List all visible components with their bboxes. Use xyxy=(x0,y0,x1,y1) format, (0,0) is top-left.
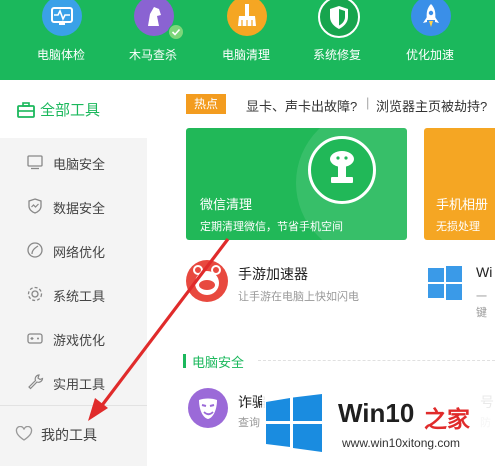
sidebar-item-label: 实用工具 xyxy=(53,377,106,392)
nav-item-trojan-scan[interactable]: 木马查杀 xyxy=(118,0,188,80)
banner-subtitle: 定期清理微信，节省手机空间 xyxy=(200,221,343,233)
nav-item-system-repair[interactable]: 系统修复 xyxy=(302,0,372,80)
sidebar-item-game-optimize[interactable]: 游戏优化 xyxy=(0,317,147,361)
checkmark-badge-icon xyxy=(168,24,184,40)
section-title: 电脑安全 xyxy=(192,355,245,370)
windows-logo-icon xyxy=(264,394,324,452)
monitor-pulse-icon xyxy=(42,0,82,36)
tool-card-mobile-game-booster[interactable]: 手游加速器 让手游在电脑上快如闪电 xyxy=(186,258,406,308)
game-booster-icon xyxy=(186,260,228,302)
sidebar-item-pc-security[interactable]: 电脑安全 xyxy=(0,141,147,185)
nav-item-pc-cleanup[interactable]: 电脑清理 xyxy=(211,0,281,80)
banner-phone-album[interactable]: 手机相册 无损处理 xyxy=(424,128,495,240)
section-divider xyxy=(258,360,495,361)
network-icon xyxy=(26,241,44,259)
watermark-brand-suffix: 之家 xyxy=(424,406,470,432)
gamepad-icon xyxy=(26,329,44,347)
watermark-brand-prefix: Win10 xyxy=(338,398,415,428)
wrench-icon xyxy=(26,373,44,391)
computer-icon xyxy=(26,153,44,171)
sidebar-item-label: 电脑安全 xyxy=(53,157,106,172)
tool-card-wifi[interactable]: Wi 一键 xyxy=(424,258,495,319)
toolbox-icon xyxy=(17,102,35,118)
nav-label: 系统修复 xyxy=(312,48,361,62)
banner-wechat-cleanup[interactable]: 微信清理 定期清理微信，节省手机空间 xyxy=(186,128,407,240)
gear-icon xyxy=(26,285,44,303)
windows-logo-icon xyxy=(426,264,464,302)
banner-title: 手机相册 xyxy=(436,197,489,212)
watermark-url: www.win10xitong.com xyxy=(342,436,461,450)
top-nav-bar: 电脑体检 木马查杀 电脑清理 系统修复 优化加速 xyxy=(0,0,495,80)
hot-badge: 热点 xyxy=(186,94,226,114)
watermark: Win10 之家 www.win10xitong.com xyxy=(262,386,495,466)
tool-subtitle: 查询 xyxy=(238,417,260,429)
sidebar-item-my-tools[interactable]: 我的工具 xyxy=(0,414,147,454)
sidebar-item-label: 游戏优化 xyxy=(53,333,106,348)
heart-icon xyxy=(15,425,33,442)
tool-title: Wi xyxy=(476,264,493,280)
nav-label: 木马查杀 xyxy=(128,48,177,62)
data-shield-icon xyxy=(26,197,44,215)
sidebar-item-label: 网络优化 xyxy=(53,245,106,260)
nav-label: 优化加速 xyxy=(405,48,454,62)
wechat-broom-icon xyxy=(308,136,376,204)
nav-item-pc-checkup[interactable]: 电脑体检 xyxy=(26,0,96,80)
tool-title: 手游加速器 xyxy=(238,266,308,282)
sidebar-item-data-security[interactable]: 数据安全 xyxy=(0,185,147,229)
nav-label: 电脑清理 xyxy=(221,48,270,62)
sidebar-item-utility-tools[interactable]: 实用工具 xyxy=(0,361,147,405)
banner-subtitle: 无损处理 xyxy=(436,221,480,233)
nav-item-speedup[interactable]: 优化加速 xyxy=(395,0,465,80)
sidebar-divider xyxy=(0,405,147,406)
sidebar-header[interactable]: 全部工具 xyxy=(0,80,147,138)
section-accent-bar xyxy=(183,354,186,368)
shield-icon xyxy=(318,0,360,38)
sidebar-title: 全部工具 xyxy=(40,102,101,119)
sidebar-item-label: 数据安全 xyxy=(53,201,106,216)
tool-subtitle: 一键 xyxy=(476,291,487,319)
sidebar-item-label: 系统工具 xyxy=(53,289,106,304)
rocket-icon xyxy=(411,0,451,36)
hot-separator: | xyxy=(366,95,370,110)
my-tools-label: 我的工具 xyxy=(41,427,97,443)
tool-subtitle: 让手游在电脑上快如闪电 xyxy=(238,291,359,303)
hot-link[interactable]: 浏览器主页被劫持? xyxy=(376,96,487,115)
banner-title: 微信清理 xyxy=(200,197,253,212)
nav-label: 电脑体检 xyxy=(36,48,85,62)
sidebar-item-network-optimize[interactable]: 网络优化 xyxy=(0,229,147,273)
hot-link[interactable]: 显卡、声卡出故障? xyxy=(246,96,357,115)
broom-icon xyxy=(227,0,267,36)
sidebar-item-system-tools[interactable]: 系统工具 xyxy=(0,273,147,317)
mask-icon xyxy=(188,388,228,428)
